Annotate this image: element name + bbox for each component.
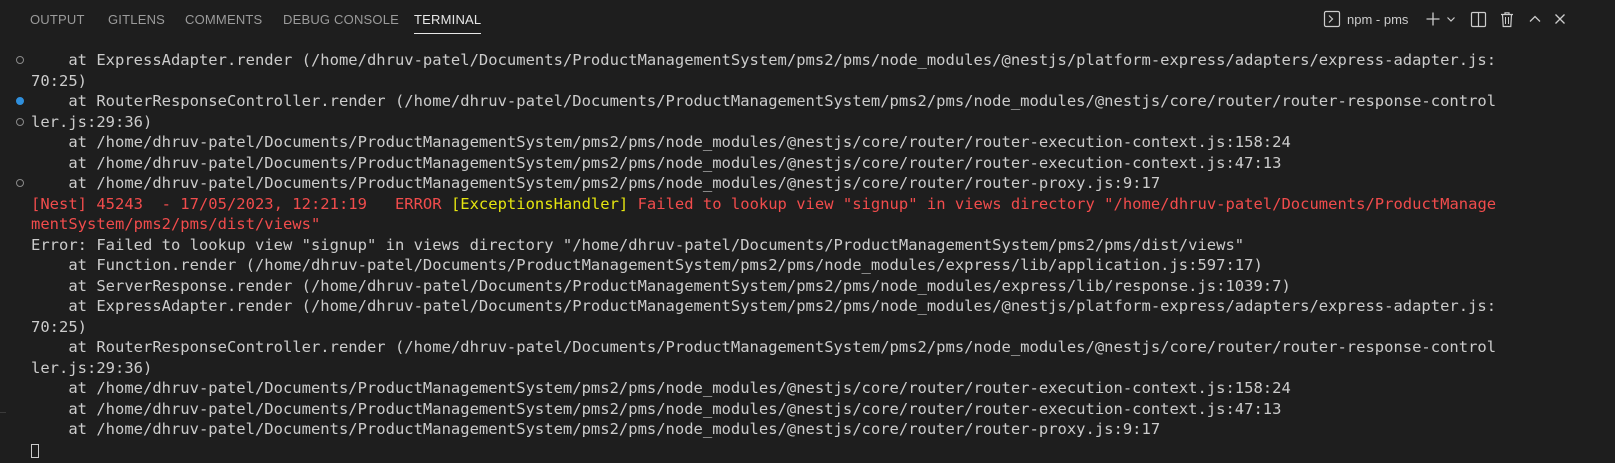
terminal-line: at ExpressAdapter.render (/home/dhruv-pa… [0, 50, 1615, 71]
terminal-panel: OUTPUT GITLENS COMMENTS DEBUG CONSOLE TE… [0, 0, 1615, 463]
terminal-line: 70:25) [31, 317, 87, 336]
nest-error-prefix: [Nest] 45243 - 17/05/2023, 12:21:19 ERRO… [31, 194, 451, 213]
terminal-output[interactable]: at ExpressAdapter.render (/home/dhruv-pa… [0, 50, 1615, 460]
tab-terminal[interactable]: TERMINAL [414, 12, 482, 34]
terminal-line: at RouterResponseController.render (/hom… [0, 91, 1615, 112]
tab-debug-console[interactable]: DEBUG CONSOLE [283, 12, 399, 27]
tab-output[interactable]: OUTPUT [30, 12, 85, 27]
tab-comments[interactable]: COMMENTS [185, 12, 262, 27]
split-terminal-button[interactable] [1470, 8, 1487, 30]
chevron-down-icon [1445, 13, 1457, 25]
trash-icon [1499, 11, 1515, 28]
terminal-profile-label: npm - pms [1347, 11, 1409, 27]
add-icon [1425, 11, 1441, 27]
panel-actions: npm - pms [1315, 8, 1615, 30]
terminal-line: at ExpressAdapter.render (/home/dhruv-pa… [31, 297, 1497, 315]
command-decoration-icon [16, 117, 24, 126]
terminal-line: at /home/dhruv-patel/Documents/ProductMa… [31, 399, 1282, 418]
terminal-line: ler.js:29:36) [31, 358, 153, 377]
new-terminal-button[interactable] [1425, 8, 1441, 30]
terminal-line: at RouterResponseController.render (/hom… [31, 338, 1497, 356]
terminal-prompt-line[interactable] [0, 440, 1615, 461]
terminal-line: at /home/dhruv-patel/Documents/ProductMa… [31, 133, 1291, 151]
command-decoration-icon [16, 56, 24, 64]
terminal-line: at Function.render (/home/dhruv-patel/Do… [31, 256, 1263, 274]
terminal-cursor [31, 443, 39, 458]
nest-error-message: Failed to lookup view "signup" in views … [628, 194, 1497, 213]
command-decoration-icon [16, 97, 24, 105]
tab-gitlens[interactable]: GITLENS [108, 12, 165, 27]
maximize-panel-button[interactable] [1528, 8, 1542, 30]
sash-handle[interactable] [0, 412, 6, 439]
terminal-launch-profile-dropdown[interactable] [1445, 8, 1457, 30]
nest-error-line-continued: mentSystem/pms2/pms/dist/views" [31, 215, 321, 233]
nest-error-line: [Nest] 45243 - 17/05/2023, 12:21:19 ERRO… [0, 194, 1615, 215]
terminal-line: ler.js:29:36) [0, 112, 1615, 133]
split-icon [1470, 11, 1487, 28]
terminal-line: 70:25) [31, 71, 87, 90]
terminal-line: at ServerResponse.render (/home/dhruv-pa… [31, 276, 1291, 295]
terminal-line: at /home/dhruv-patel/Documents/ProductMa… [0, 173, 1615, 194]
terminal-icon [1323, 10, 1341, 28]
terminal-line: at /home/dhruv-patel/Documents/ProductMa… [31, 153, 1282, 172]
nest-error-context: [ExceptionsHandler] [450, 194, 629, 213]
command-decoration-icon [16, 179, 24, 187]
terminal-profile-button[interactable]: npm - pms [1323, 8, 1408, 30]
kill-terminal-button[interactable] [1499, 8, 1515, 30]
terminal-line: at /home/dhruv-patel/Documents/ProductMa… [31, 379, 1291, 397]
terminal-line: Error: Failed to lookup view "signup" in… [31, 235, 1245, 254]
chevron-up-icon [1528, 12, 1542, 26]
close-icon [1553, 12, 1567, 26]
terminal-line: at /home/dhruv-patel/Documents/ProductMa… [31, 420, 1161, 438]
close-panel-button[interactable] [1553, 8, 1567, 30]
